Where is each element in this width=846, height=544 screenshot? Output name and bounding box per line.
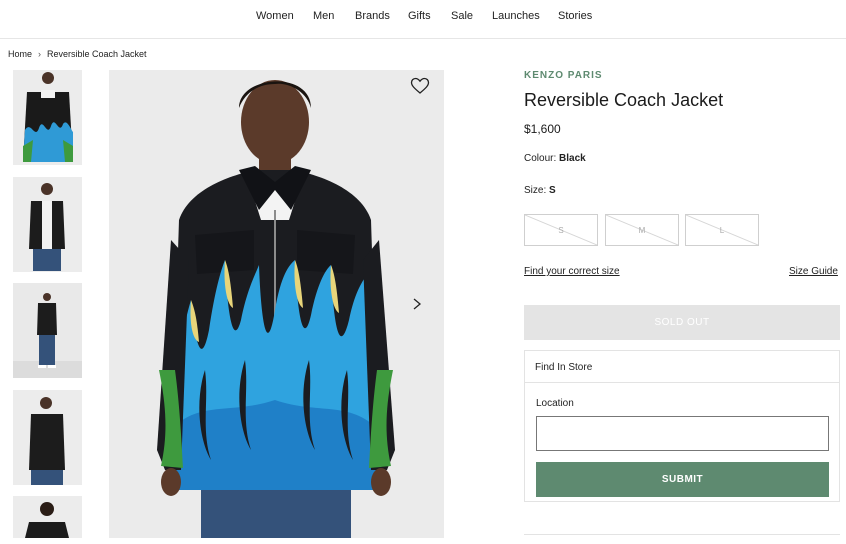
- size-option-label: L: [719, 225, 725, 235]
- nav-item-brands[interactable]: Brands: [355, 10, 390, 22]
- size-label: Size:: [524, 185, 547, 196]
- nav-item-men[interactable]: Men: [313, 10, 334, 22]
- chevron-right-icon[interactable]: [410, 296, 424, 312]
- size-option-l[interactable]: L: [685, 214, 759, 246]
- size-option-label: M: [638, 225, 646, 235]
- thumbnail-3[interactable]: [13, 283, 82, 378]
- main-product-image: [109, 70, 444, 538]
- size-option-label: S: [558, 225, 564, 235]
- colour-label: Colour:: [524, 153, 557, 164]
- heart-icon[interactable]: [410, 77, 430, 95]
- size-selection: Size: S: [524, 185, 556, 196]
- size-guide-link[interactable]: Size Guide: [789, 266, 838, 277]
- find-in-store-heading[interactable]: Find In Store: [525, 351, 839, 383]
- top-navigation: Women Men Brands Gifts Sale Launches Sto…: [0, 0, 846, 39]
- product-brand[interactable]: KENZO PARIS: [524, 70, 603, 81]
- location-input[interactable]: [536, 416, 829, 451]
- nav-item-launches[interactable]: Launches: [492, 10, 540, 22]
- nav-item-sale[interactable]: Sale: [451, 10, 473, 22]
- product-title: Reversible Coach Jacket: [524, 90, 724, 110]
- product-photo: [109, 70, 444, 538]
- nav-item-gifts[interactable]: Gifts: [408, 10, 431, 22]
- chevron-right-icon: ›: [38, 49, 42, 59]
- product-price: $1,600: [524, 122, 561, 136]
- colour-value: Black: [559, 153, 586, 164]
- sold-out-button[interactable]: SOLD OUT: [524, 305, 840, 340]
- breadcrumb: Home › Reversible Coach Jacket: [8, 49, 147, 59]
- thumbnail-2[interactable]: [13, 177, 82, 272]
- thumbnail-1[interactable]: [13, 70, 82, 165]
- nav-item-stories[interactable]: Stories: [558, 10, 592, 22]
- thumbnail-4[interactable]: [13, 390, 82, 485]
- breadcrumb-home[interactable]: Home: [8, 49, 32, 59]
- find-size-link[interactable]: Find your correct size: [524, 266, 620, 277]
- breadcrumb-current: Reversible Coach Jacket: [47, 49, 147, 59]
- location-label: Location: [536, 398, 574, 409]
- thumbnail-5[interactable]: [13, 496, 82, 538]
- size-option-s[interactable]: S: [524, 214, 598, 246]
- size-option-m[interactable]: M: [605, 214, 679, 246]
- find-in-store-panel: Find In Store Location SUBMIT: [524, 350, 840, 502]
- size-value: S: [549, 185, 556, 196]
- colour-selection: Colour: Black: [524, 153, 586, 164]
- divider: [524, 534, 840, 535]
- submit-button[interactable]: SUBMIT: [536, 462, 829, 497]
- nav-item-women[interactable]: Women: [256, 10, 294, 22]
